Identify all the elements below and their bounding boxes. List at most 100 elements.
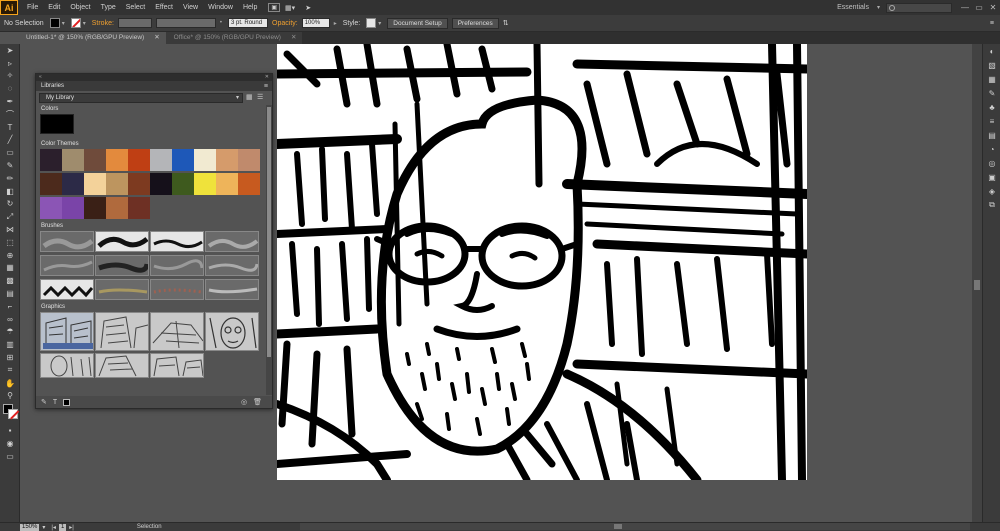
theme-swatch[interactable]	[238, 149, 260, 171]
document-setup-button[interactable]: Document Setup	[387, 17, 448, 29]
swatches-icon[interactable]: ▦	[983, 72, 1000, 86]
vertical-scrollbar[interactable]	[972, 44, 982, 522]
artboard-number-field[interactable]: 1	[58, 523, 67, 531]
color-icon[interactable]	[63, 398, 71, 406]
color-theme[interactable]	[36, 173, 272, 195]
eyedropper-icon[interactable]: ⌐	[0, 300, 20, 313]
close-icon[interactable]: ✕	[154, 32, 159, 44]
theme-swatch[interactable]	[106, 173, 128, 195]
layers-icon[interactable]: ◈	[983, 184, 1000, 198]
next-artboard-icon[interactable]: ▸|	[69, 524, 74, 531]
theme-swatch[interactable]	[40, 149, 62, 171]
shape-builder-icon[interactable]: ⊕	[0, 249, 20, 262]
stroke-label[interactable]: Stroke:	[92, 20, 114, 27]
theme-swatch[interactable]	[194, 149, 216, 171]
width-tool-icon[interactable]: ⋈	[0, 223, 20, 236]
theme-swatch[interactable]	[84, 197, 106, 219]
stroke-swatch[interactable]	[8, 409, 18, 420]
brush-item[interactable]	[40, 279, 94, 300]
theme-swatch[interactable]	[84, 149, 106, 171]
artboard-tool-icon[interactable]: ⊞	[0, 351, 20, 364]
appearance-icon[interactable]: ◎	[983, 156, 1000, 170]
menu-effect[interactable]: Effect	[150, 4, 178, 11]
list-view-icon[interactable]: ☰	[257, 94, 265, 102]
brush-item[interactable]	[205, 279, 259, 300]
pencil-icon[interactable]: ✏	[0, 172, 20, 185]
brush-item[interactable]	[205, 255, 259, 276]
stroke-weight-field[interactable]	[117, 18, 152, 28]
theme-swatch[interactable]	[128, 173, 150, 195]
arrange-documents-icon[interactable]: ▦▾	[280, 4, 300, 12]
direct-selection-tool-icon[interactable]: ▹	[0, 57, 20, 70]
chevron-down-icon[interactable]: ▾	[62, 20, 65, 27]
arrange-icon[interactable]: ⇅	[503, 19, 509, 27]
theme-swatch[interactable]	[172, 173, 194, 195]
close-icon[interactable]: ✕	[291, 32, 296, 44]
type-tool-icon[interactable]: T	[0, 121, 20, 134]
zoom-tool-icon[interactable]: ⚲	[0, 390, 20, 403]
graphic-item[interactable]	[95, 353, 149, 378]
theme-swatch[interactable]	[150, 173, 172, 195]
library-dropdown[interactable]: My Library	[39, 93, 243, 103]
collapse-icon[interactable]: «	[39, 74, 42, 81]
panel-scrollbar[interactable]	[266, 105, 272, 395]
opacity-field[interactable]: 100%	[301, 18, 330, 28]
theme-swatch[interactable]	[194, 173, 216, 195]
rectangle-tool-icon[interactable]: ▭	[0, 146, 20, 159]
zoom-field[interactable]: 150%	[20, 523, 40, 531]
theme-swatch[interactable]	[216, 173, 238, 195]
first-artboard-icon[interactable]: |◂	[51, 524, 56, 531]
graphic-item[interactable]	[40, 353, 94, 378]
close-button[interactable]: ✕	[986, 0, 1000, 15]
brush-item[interactable]	[95, 279, 149, 300]
color-theme[interactable]	[36, 149, 272, 171]
mesh-tool-icon[interactable]: ▩	[0, 274, 20, 287]
theme-swatch[interactable]	[62, 173, 84, 195]
graph-tool-icon[interactable]: ▥	[0, 338, 20, 351]
perspective-grid-icon[interactable]: ▦	[0, 262, 20, 275]
horizontal-scrollbar[interactable]	[300, 523, 970, 530]
symbols-icon[interactable]: ♣	[983, 100, 1000, 114]
selection-tool-icon[interactable]: ➤	[0, 44, 20, 57]
tab-libraries[interactable]: Libraries	[38, 83, 67, 89]
rotate-tool-icon[interactable]: ↻	[0, 198, 20, 211]
preferences-button[interactable]: Preferences	[451, 17, 499, 29]
brush-item[interactable]	[150, 279, 204, 300]
eraser-icon[interactable]: ◧	[0, 185, 20, 198]
scroll-thumb[interactable]	[974, 280, 980, 290]
menu-file[interactable]: File	[22, 4, 43, 11]
tab-office[interactable]: Office* @ 150% (RGB/GPU Preview) ✕	[165, 32, 303, 44]
free-transform-icon[interactable]: ⬚	[0, 236, 20, 249]
theme-swatch[interactable]	[172, 149, 194, 171]
color-mode-icon[interactable]: ▪	[0, 424, 20, 437]
color-guide-icon[interactable]: ▧	[983, 58, 1000, 72]
send-icon[interactable]: ➤	[300, 4, 316, 12]
color-panel-icon[interactable]: ◐	[983, 44, 1000, 58]
close-icon[interactable]: ✕	[265, 74, 269, 81]
theme-swatch[interactable]	[84, 173, 106, 195]
scroll-thumb[interactable]	[267, 107, 271, 357]
curvature-tool-icon[interactable]: ⌒	[0, 108, 20, 121]
chevron-down-icon[interactable]: ▾	[42, 524, 45, 531]
menu-help[interactable]: Help	[238, 4, 262, 11]
theme-swatch[interactable]	[128, 197, 150, 219]
brush-item[interactable]	[150, 255, 204, 276]
hand-tool-icon[interactable]: ✋	[0, 377, 20, 390]
color-theme[interactable]	[36, 197, 272, 219]
theme-swatch[interactable]	[62, 149, 84, 171]
graphic-item[interactable]	[40, 312, 94, 351]
menu-edit[interactable]: Edit	[43, 4, 65, 11]
graphic-item[interactable]	[205, 312, 259, 351]
chevron-down-icon[interactable]: ▾	[877, 4, 880, 11]
artboards-icon[interactable]: ⧉	[983, 198, 1000, 212]
pen-tool-icon[interactable]: ✒	[0, 95, 20, 108]
graphic-item[interactable]	[150, 312, 204, 351]
slice-tool-icon[interactable]: ⌗	[0, 364, 20, 377]
theme-swatch[interactable]	[150, 149, 172, 171]
fill-swatch[interactable]	[49, 18, 60, 28]
menu-select[interactable]: Select	[121, 4, 150, 11]
magic-wand-icon[interactable]: ✧	[0, 70, 20, 83]
theme-swatch[interactable]	[216, 149, 238, 171]
cc-icon[interactable]: ◎	[241, 398, 247, 406]
screen-mode-icon[interactable]: ▭	[0, 450, 20, 463]
